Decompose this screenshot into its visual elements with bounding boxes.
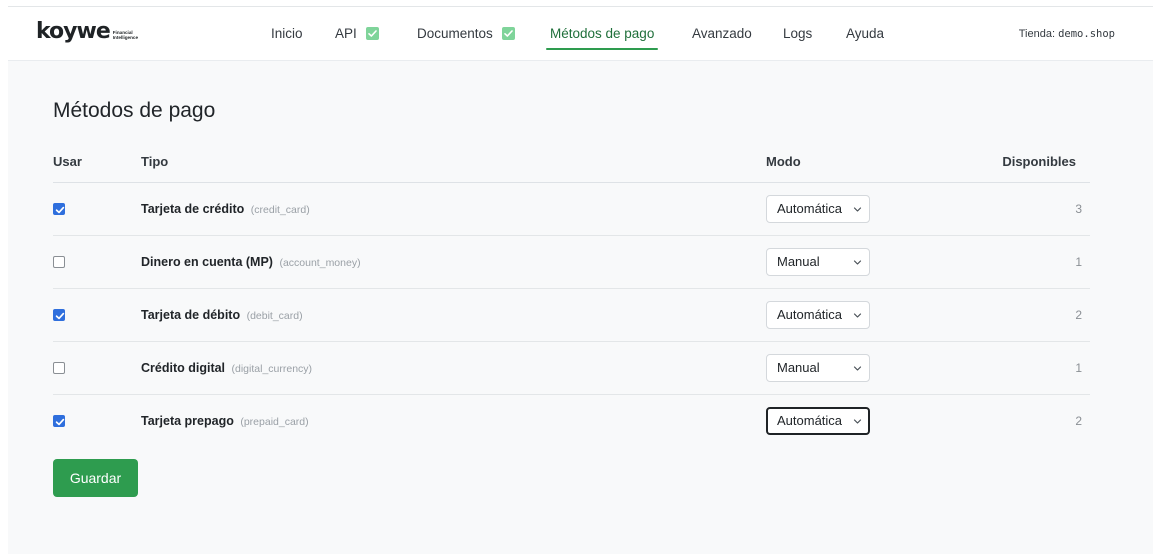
payment-type-code: (digital_currency): [231, 363, 313, 375]
nav-metodos-de-pago[interactable]: Métodos de pago: [545, 26, 659, 50]
use-checkbox[interactable]: [53, 256, 65, 268]
chevron-down-icon: [853, 260, 862, 265]
available-count: 3: [1075, 202, 1082, 216]
header-modo: Modo: [766, 154, 801, 169]
table-header: Usar Tipo Modo Disponibles: [53, 143, 1090, 183]
table-row: Dinero en cuenta (MP) (account_money) Ma…: [53, 236, 1090, 289]
mode-select[interactable]: Manual: [766, 354, 870, 382]
chevron-down-icon: [853, 207, 862, 212]
payment-type-name: Tarjeta prepago: [141, 414, 234, 428]
check-icon: [365, 27, 379, 40]
use-checkbox[interactable]: [53, 362, 65, 374]
koywe-logo[interactable]: koywe Financial Intelligence: [36, 21, 147, 43]
table-row: Tarjeta prepago (prepaid_card) Automátic…: [53, 395, 1090, 448]
mode-select-value: Automática: [777, 201, 843, 216]
mode-select-value: Manual: [777, 254, 820, 269]
payment-type: Dinero en cuenta (MP) (account_money): [141, 255, 361, 269]
nav-inicio[interactable]: Inicio: [271, 26, 303, 41]
table-row: Tarjeta de débito (debit_card) Automátic…: [53, 289, 1090, 342]
payment-type: Tarjeta de débito (debit_card): [141, 308, 303, 322]
table-row: Crédito digital (digital_currency) Manua…: [53, 342, 1090, 395]
available-count: 2: [1075, 414, 1082, 428]
use-checkbox[interactable]: [53, 203, 65, 215]
mode-select-value: Manual: [777, 360, 820, 375]
top-navbar: koywe Financial Intelligence Inicio API …: [8, 7, 1153, 61]
chevron-down-icon: [853, 313, 862, 318]
payment-type: Tarjeta prepago (prepaid_card): [141, 414, 309, 428]
check-icon: [501, 27, 515, 40]
page-title: Métodos de pago: [53, 99, 216, 122]
chevron-down-icon: [853, 366, 862, 371]
use-checkbox[interactable]: [53, 415, 65, 427]
payment-type-code: (prepaid_card): [240, 416, 309, 428]
payment-methods-table: Usar Tipo Modo Disponibles Tarjeta de cr…: [53, 143, 1090, 448]
available-count: 1: [1075, 255, 1082, 269]
mode-select-value: Automática: [777, 413, 843, 428]
header-usar: Usar: [53, 154, 82, 169]
logo-wordmark: koywe: [36, 19, 111, 44]
payment-type-code: (account_money): [279, 257, 361, 269]
chevron-down-icon: [853, 419, 862, 424]
payment-type-name: Tarjeta de débito: [141, 308, 241, 322]
nav-ayuda[interactable]: Ayuda: [846, 26, 884, 41]
payment-type-code: (debit_card): [246, 310, 303, 322]
store-domain: demo.shop: [1058, 28, 1115, 40]
payment-type-name: Crédito digital: [141, 361, 226, 375]
save-button[interactable]: Guardar: [53, 459, 138, 497]
use-checkbox[interactable]: [53, 309, 65, 321]
mode-select[interactable]: Automática: [766, 195, 870, 223]
nav-avanzado[interactable]: Avanzado: [692, 26, 752, 41]
table-row: Tarjeta de crédito (credit_card) Automát…: [53, 183, 1090, 236]
store-indicator: Tienda: demo.shop: [1018, 28, 1115, 40]
available-count: 1: [1075, 361, 1082, 375]
header-tipo: Tipo: [141, 154, 169, 169]
payment-type-code: (credit_card): [250, 204, 310, 216]
payment-type: Crédito digital (digital_currency): [141, 361, 312, 375]
mode-select[interactable]: Automática: [766, 407, 870, 435]
nav-api[interactable]: API: [335, 26, 379, 41]
header-disponibles: Disponibles: [1002, 154, 1076, 169]
payment-type: Tarjeta de crédito (credit_card): [141, 202, 310, 216]
payment-type-name: Tarjeta de crédito: [141, 202, 245, 216]
nav-documentos[interactable]: Documentos: [417, 26, 515, 41]
nav-logs[interactable]: Logs: [783, 26, 812, 41]
app-frame: koywe Financial Intelligence Inicio API …: [8, 6, 1153, 554]
available-count: 2: [1075, 308, 1082, 322]
payment-type-name: Dinero en cuenta (MP): [141, 255, 273, 269]
mode-select[interactable]: Automática: [766, 301, 870, 329]
logo-tagline: Financial Intelligence: [112, 30, 139, 40]
mode-select-value: Automática: [777, 307, 843, 322]
mode-select[interactable]: Manual: [766, 248, 870, 276]
